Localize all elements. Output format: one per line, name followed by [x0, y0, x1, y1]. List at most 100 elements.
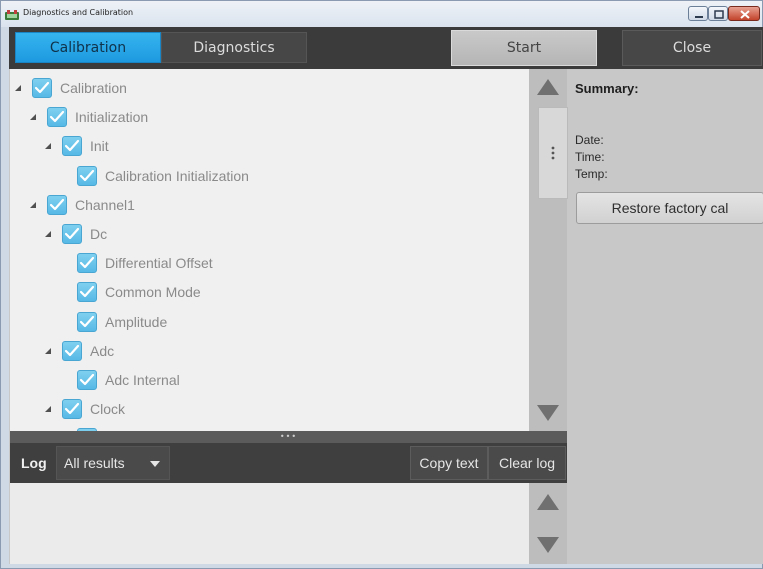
triangle-up-icon — [537, 494, 559, 510]
tree-item-checkbox[interactable] — [77, 253, 97, 274]
maximize-icon — [714, 10, 724, 19]
summary-panel: Summary: Date: Time: Temp: Restore facto… — [569, 69, 763, 564]
test-tree: Calibration Initialization Init Calibration… — [10, 69, 529, 431]
scroll-up-button[interactable] — [529, 69, 567, 105]
maximize-button[interactable] — [708, 6, 728, 21]
checkmark-icon — [79, 286, 95, 298]
tree-item-label: Differential Offset — [105, 255, 213, 272]
tree-item[interactable]: Dc — [44, 220, 107, 248]
start-button[interactable]: Start — [451, 30, 597, 66]
tree-item-label: Channel1 — [75, 196, 135, 213]
tree-item[interactable]: Calibration — [14, 74, 127, 102]
checkmark-icon — [49, 111, 65, 123]
window-title: Diagnostics and Calibration — [23, 8, 134, 17]
summary-title: Summary: — [575, 81, 639, 96]
checkmark-icon — [79, 373, 95, 386]
checkmark-icon — [64, 140, 80, 152]
triangle-up-icon — [537, 79, 559, 95]
tree-item-checkbox[interactable] — [62, 340, 82, 361]
tree-item-label: Calibration — [60, 80, 127, 96]
log-scroll-up-button[interactable] — [529, 483, 567, 521]
client-area: Calibration Diagnostics Start Close Cali… — [9, 27, 763, 564]
app-icon — [5, 7, 19, 20]
pane-splitter[interactable]: ••• — [10, 431, 567, 443]
checkmark-icon — [49, 198, 65, 210]
tree-item-checkbox[interactable] — [77, 282, 97, 303]
tree-item-label: Amplitude — [105, 313, 168, 330]
log-scroll-down-button[interactable] — [529, 526, 567, 564]
tree-item[interactable]: Channel1 — [29, 191, 135, 219]
tab-diagnostics[interactable]: Diagnostics — [161, 32, 307, 63]
log-scrollbar[interactable] — [529, 483, 567, 564]
checkmark-icon — [64, 403, 80, 415]
log-label: Log — [21, 455, 47, 471]
tree-item-label: Calibration Initialization — [105, 167, 249, 184]
caret-down-icon — [150, 461, 160, 467]
log-filter-value: All results — [64, 455, 125, 471]
checkmark-icon — [34, 81, 50, 94]
tree-item[interactable]: Init — [44, 132, 109, 160]
minimize-button[interactable] — [688, 6, 708, 21]
tree-item-checkbox[interactable] — [32, 78, 52, 98]
splitter-grip-icon: ••• — [279, 432, 298, 441]
tree-item-checkbox[interactable] — [77, 165, 97, 186]
tree-item-checkbox[interactable] — [47, 194, 67, 215]
tree-item-checkbox[interactable] — [47, 107, 67, 128]
tab-calibration[interactable]: Calibration — [15, 32, 161, 63]
tree-item-checkbox[interactable] — [77, 311, 97, 332]
triangle-expanded-icon[interactable] — [29, 200, 39, 210]
tree-item-label: Dc — [90, 226, 108, 242]
checkmark-icon — [64, 227, 80, 240]
window-close-button[interactable] — [728, 6, 760, 21]
tree-item[interactable]: Common Mode — [59, 278, 201, 306]
triangle-expanded-icon[interactable] — [44, 141, 54, 151]
tree-item-checkbox[interactable] — [62, 399, 82, 420]
tree-item[interactable]: Calibration Initialization — [59, 162, 249, 190]
tree-item-label: Initialization — [75, 109, 149, 126]
tree-item[interactable]: Adc — [44, 337, 114, 365]
scroll-thumb[interactable] — [538, 107, 568, 199]
top-toolbar: Calibration Diagnostics Start Close — [9, 27, 763, 69]
tree-item[interactable] — [59, 424, 105, 431]
tree-item-label: Common Mode — [105, 284, 201, 301]
close-button[interactable]: Close — [622, 30, 762, 66]
log-output[interactable] — [10, 483, 529, 564]
tree-item-checkbox[interactable] — [77, 370, 97, 390]
tree-item[interactable]: Differential Offset — [59, 249, 213, 277]
tree-item-checkbox[interactable] — [62, 224, 82, 244]
triangle-expanded-icon[interactable] — [44, 229, 54, 239]
triangle-expanded-icon[interactable] — [14, 83, 24, 93]
copy-text-button[interactable]: Copy text — [410, 446, 488, 480]
tree-scrollbar[interactable] — [529, 69, 568, 431]
checkmark-icon — [79, 257, 95, 269]
scroll-down-button[interactable] — [529, 395, 567, 431]
log-filter-dropdown[interactable]: All results — [56, 446, 170, 480]
tree-item[interactable]: Adc Internal — [59, 366, 180, 394]
clear-log-button[interactable]: Clear log — [488, 446, 566, 480]
tree-item-label: Clock — [90, 401, 126, 418]
triangle-expanded-icon[interactable] — [44, 404, 54, 414]
tree-item-label: Adc Internal — [105, 372, 180, 388]
minimize-icon — [695, 16, 703, 18]
close-icon — [740, 10, 750, 19]
triangle-down-icon — [537, 405, 559, 421]
tree-item[interactable]: Amplitude — [59, 308, 167, 336]
checkmark-icon — [79, 169, 95, 181]
tree-item-checkbox[interactable] — [62, 136, 82, 157]
triangle-down-icon — [537, 537, 559, 553]
title-bar: Diagnostics and Calibration — [1, 1, 762, 27]
summary-temp: Temp: — [575, 167, 608, 181]
tree-item-label: Adc — [90, 342, 115, 359]
log-toolbar: Log All results Copy text Clear log — [10, 443, 567, 483]
triangle-expanded-icon[interactable] — [29, 112, 39, 122]
restore-factory-cal-button[interactable]: Restore factory cal — [576, 192, 763, 224]
grip-dots-icon — [551, 146, 555, 160]
checkmark-icon — [79, 315, 95, 327]
tree-item-label: Init — [90, 138, 109, 155]
tree-item[interactable]: Clock — [44, 395, 125, 423]
checkmark-icon — [64, 344, 80, 356]
triangle-expanded-icon[interactable] — [44, 346, 54, 356]
application-window: Diagnostics and Calibration Calibration … — [0, 0, 763, 569]
tree-item[interactable]: Initialization — [29, 103, 148, 131]
summary-time: Time: — [575, 150, 605, 164]
